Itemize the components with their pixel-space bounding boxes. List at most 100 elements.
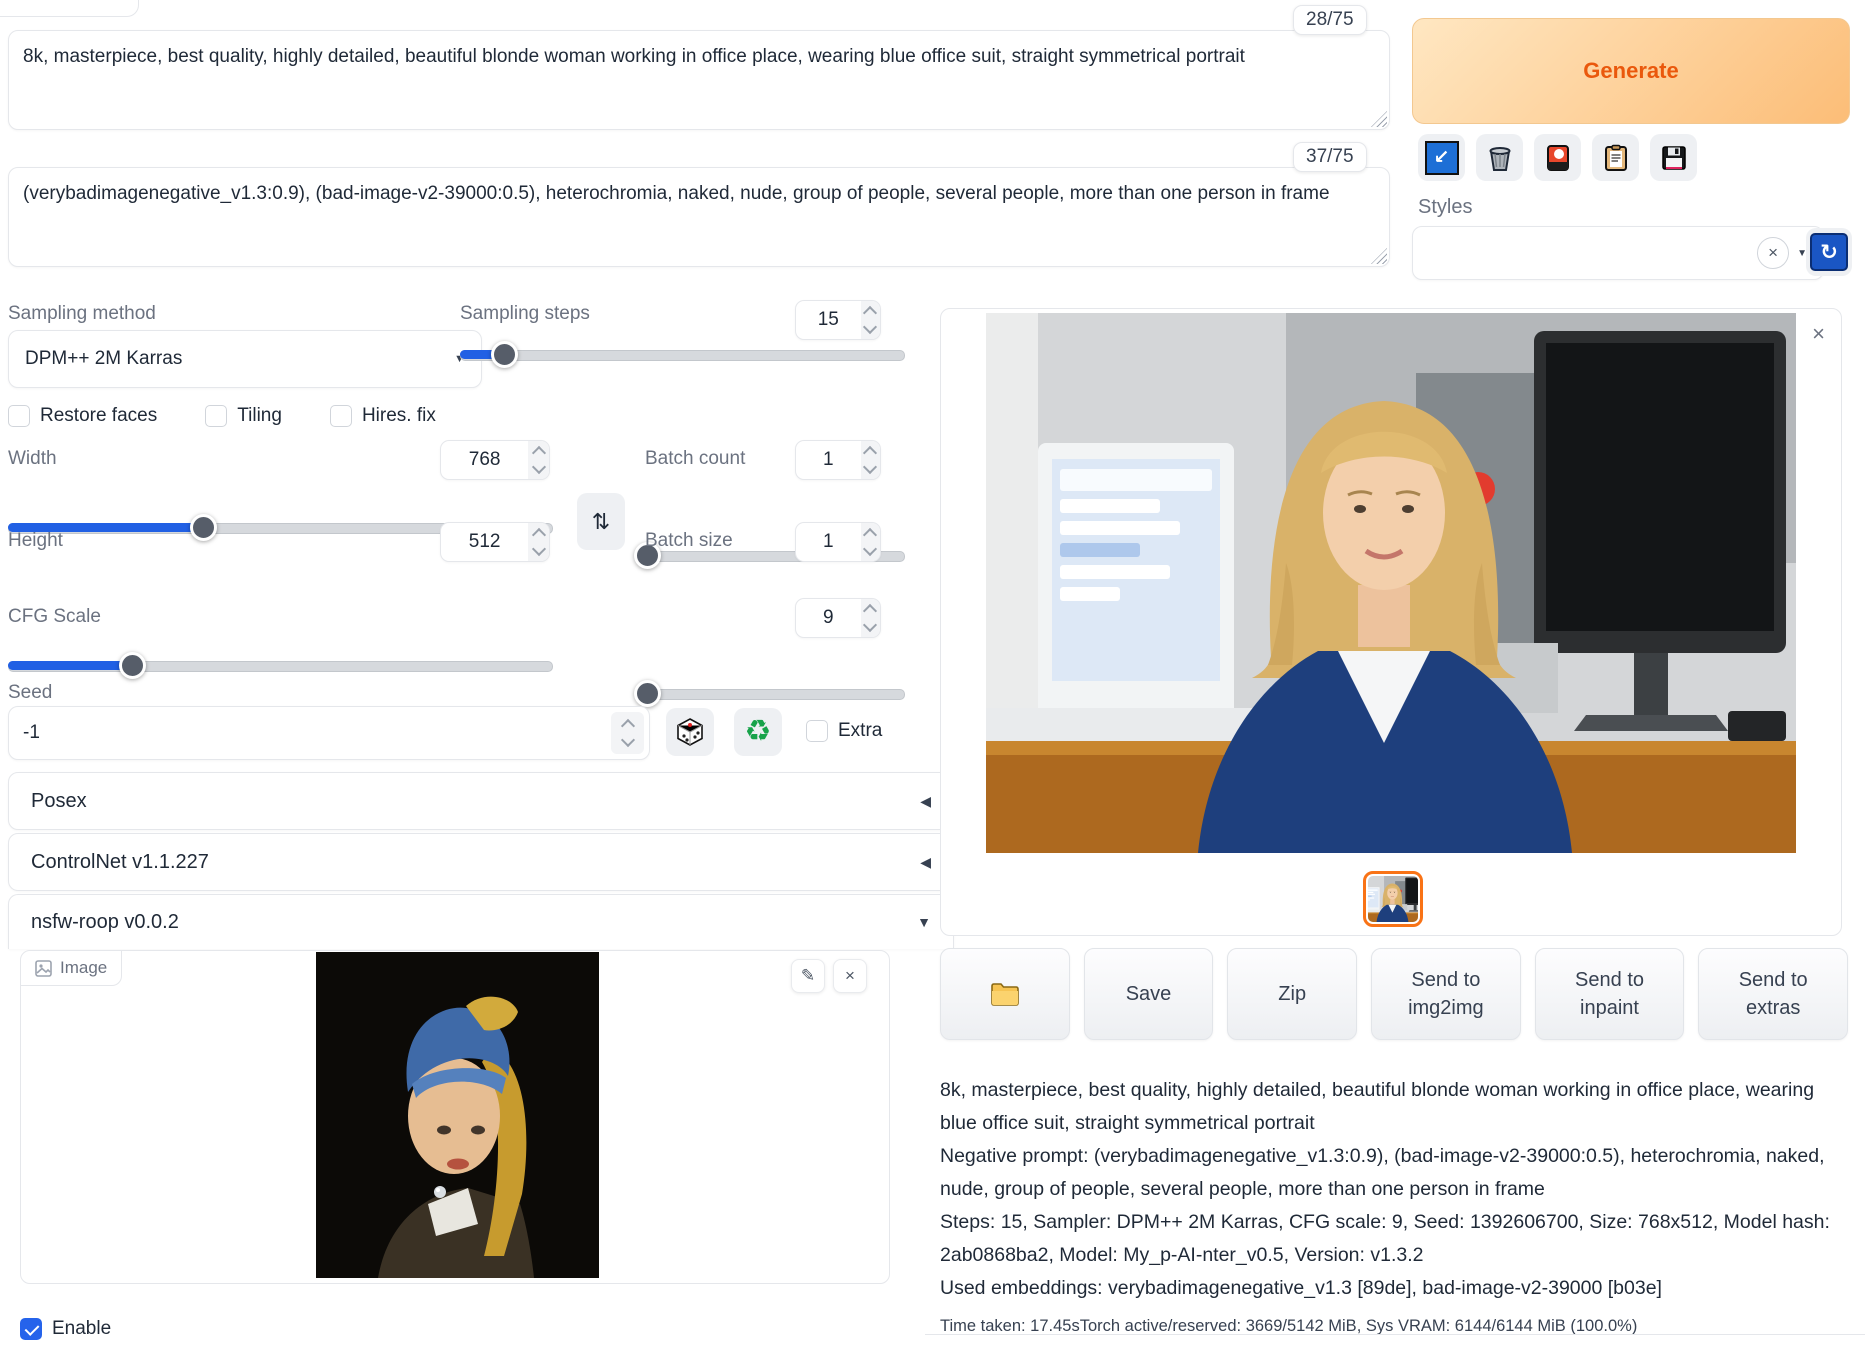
zip-button-label: Zip	[1278, 980, 1306, 1008]
prompt-input[interactable]: 8k, masterpiece, best quality, highly de…	[8, 30, 1390, 130]
batch-size-label: Batch size	[645, 530, 733, 552]
feature-toggles-row: Restore faces Tiling Hires. fix	[8, 405, 436, 427]
stepper-arrows[interactable]	[861, 599, 880, 637]
stepper-arrows[interactable]	[611, 712, 644, 754]
cfg-scale-value[interactable]	[796, 599, 861, 637]
slider-handle[interactable]	[634, 680, 661, 707]
folder-icon	[990, 981, 1020, 1007]
checkbox-box[interactable]	[330, 405, 352, 427]
batch-count-value[interactable]	[796, 441, 861, 479]
dice-icon	[675, 717, 705, 747]
batch-size-slider[interactable]	[645, 679, 905, 707]
styles-label: Styles	[1418, 196, 1472, 219]
sampling-steps-slider[interactable]	[460, 340, 905, 368]
generate-button[interactable]: Generate	[1412, 18, 1850, 124]
send-to-inpaint-button[interactable]: Send to inpaint	[1535, 948, 1685, 1040]
checkbox-box[interactable]	[205, 405, 227, 427]
random-seed-button[interactable]	[666, 708, 714, 756]
clear-image-button[interactable]: ×	[833, 959, 867, 993]
seed-number[interactable]	[8, 706, 650, 760]
send-to-extras-button[interactable]: Send to extras	[1698, 948, 1848, 1040]
accordion-controlnet[interactable]: ControlNet v1.1.227 ◀	[8, 833, 954, 891]
batch-count-label: Batch count	[645, 448, 745, 470]
batch-size-value[interactable]	[796, 523, 861, 561]
show-extra-networks-button[interactable]	[1534, 134, 1581, 181]
sampling-steps-number[interactable]	[795, 300, 881, 340]
stepper-arrows[interactable]	[861, 301, 880, 339]
width-value[interactable]	[441, 441, 528, 479]
card-image-icon	[1544, 144, 1572, 172]
checkbox-box[interactable]	[8, 405, 30, 427]
seed-label: Seed	[8, 682, 52, 704]
tiling-checkbox[interactable]: Tiling	[205, 405, 282, 427]
arrow-down-left-icon: ↙	[1425, 141, 1459, 175]
sampling-steps-value[interactable]	[796, 301, 861, 339]
checkbox-box[interactable]	[806, 720, 828, 742]
reuse-seed-button[interactable]: ♻	[734, 708, 782, 756]
image-tab[interactable]: Image	[21, 951, 122, 986]
restore-faces-label: Restore faces	[40, 405, 157, 427]
roop-enable-checkbox[interactable]: Enable	[20, 1318, 111, 1340]
height-number[interactable]	[440, 522, 550, 562]
height-slider[interactable]	[8, 651, 553, 679]
save-button[interactable]: Save	[1084, 948, 1214, 1040]
send-to-img2img-button[interactable]: Send to img2img	[1371, 948, 1521, 1040]
batch-size-number[interactable]	[795, 522, 881, 562]
slider-handle[interactable]	[491, 341, 518, 368]
info-embeddings: Used embeddings: verybadimagenegative_v1…	[940, 1272, 1850, 1305]
seed-value[interactable]	[9, 707, 606, 759]
clear-prompt-button[interactable]	[1476, 134, 1523, 181]
accordion-posex[interactable]: Posex ◀	[8, 772, 954, 830]
swap-width-height-button[interactable]: ⇅	[577, 493, 625, 550]
zip-button[interactable]: Zip	[1227, 948, 1357, 1040]
result-buttons-row: Save Zip Send to img2img Send to inpaint…	[940, 948, 1848, 1040]
open-folder-button[interactable]	[940, 948, 1070, 1040]
hires-fix-checkbox[interactable]: Hires. fix	[330, 405, 436, 427]
styles-clear-icon[interactable]: ×	[1757, 237, 1789, 269]
batch-count-number[interactable]	[795, 440, 881, 480]
generate-button-label: Generate	[1583, 58, 1678, 84]
refresh-styles-button[interactable]: ↻	[1806, 228, 1852, 276]
prompt-token-counter: 28/75	[1293, 5, 1367, 35]
roop-image-dropzone[interactable]: Image ✎ ×	[20, 950, 890, 1284]
pencil-icon: ✎	[801, 966, 815, 986]
stepper-arrows[interactable]	[528, 523, 549, 561]
width-label: Width	[8, 448, 57, 470]
height-label: Height	[8, 530, 63, 552]
clipped-top-box	[0, 0, 139, 17]
styles-dropdown[interactable]: × ▼	[1412, 226, 1824, 280]
save-button-label: Save	[1126, 980, 1172, 1008]
trash-icon	[1486, 144, 1514, 172]
edit-image-button[interactable]: ✎	[791, 959, 825, 993]
paste-generation-params-button[interactable]: ↙	[1418, 134, 1465, 181]
checkbox-box-checked[interactable]	[20, 1318, 42, 1340]
recycle-icon: ♻	[745, 717, 772, 747]
output-gallery-panel: ×	[940, 308, 1842, 936]
negative-prompt-input[interactable]: (verybadimagenegative_v1.3:0.9), (bad-im…	[8, 167, 1390, 267]
bottom-divider	[925, 1334, 1865, 1335]
height-value[interactable]	[441, 523, 528, 561]
slider-handle[interactable]	[119, 652, 146, 679]
tiling-label: Tiling	[237, 405, 282, 427]
slider-handle[interactable]	[190, 514, 217, 541]
gallery-thumbnail-selected[interactable]	[1363, 871, 1423, 927]
info-parameters: Steps: 15, Sampler: DPM++ 2M Karras, CFG…	[940, 1206, 1850, 1272]
stepper-arrows[interactable]	[861, 441, 880, 479]
generated-image[interactable]	[986, 313, 1796, 853]
restore-faces-checkbox[interactable]: Restore faces	[8, 405, 157, 427]
width-number[interactable]	[440, 440, 550, 480]
accordion-roop[interactable]: nsfw-roop v0.0.2 ▼	[8, 894, 954, 949]
stepper-arrows[interactable]	[528, 441, 549, 479]
sampling-method-dropdown[interactable]: DPM++ 2M Karras ▼	[8, 330, 482, 388]
apply-style-button[interactable]	[1592, 134, 1639, 181]
chevron-down-icon: ▼	[917, 914, 931, 930]
save-style-button[interactable]	[1650, 134, 1697, 181]
close-icon: ×	[845, 966, 855, 986]
cfg-scale-number[interactable]	[795, 598, 881, 638]
roop-source-image[interactable]	[316, 952, 599, 1278]
info-prompt: 8k, masterpiece, best quality, highly de…	[940, 1074, 1850, 1140]
stepper-arrows[interactable]	[861, 523, 880, 561]
close-gallery-icon[interactable]: ×	[1812, 323, 1825, 345]
extra-seed-checkbox[interactable]: Extra	[806, 720, 882, 742]
chevron-left-icon: ◀	[920, 793, 931, 810]
